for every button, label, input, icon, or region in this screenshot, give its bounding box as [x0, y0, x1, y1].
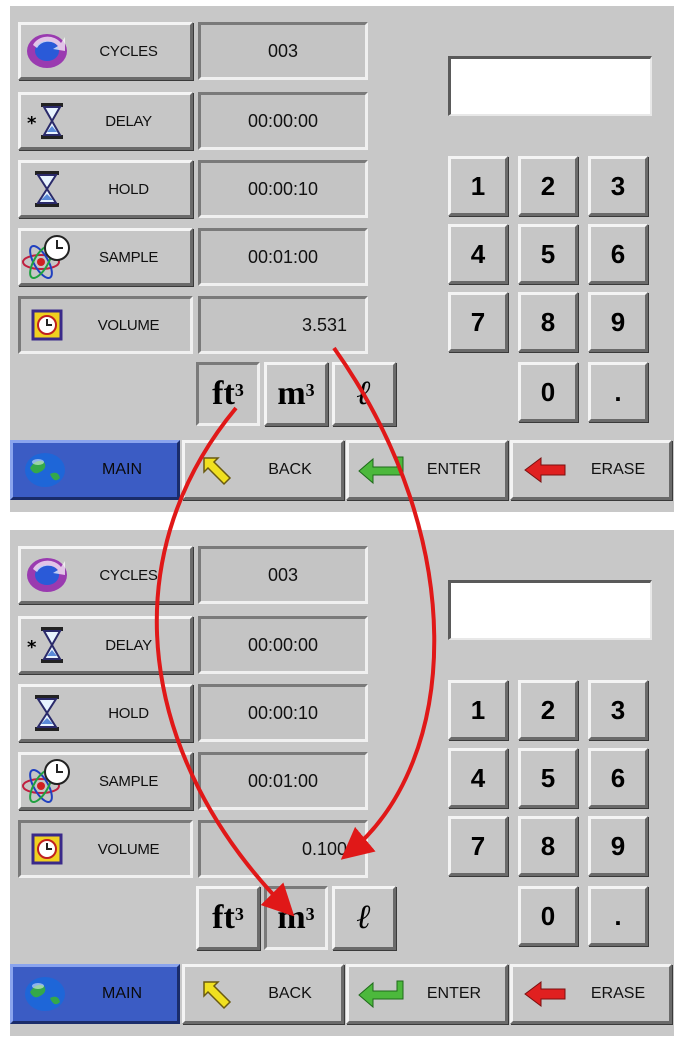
erase-label: ERASE — [590, 461, 646, 478]
hourglass-icon — [21, 689, 73, 737]
volume-label: VOLUME — [97, 840, 160, 858]
cycles-button[interactable]: CYCLES — [18, 22, 193, 80]
erase-button[interactable]: ERASE — [510, 440, 672, 500]
svg-text:*: * — [27, 637, 37, 658]
delay-value[interactable]: 00:00:00 — [198, 616, 368, 674]
cycles-button[interactable]: CYCLES — [18, 546, 193, 604]
enter-label: ENTER — [426, 985, 482, 1002]
key-5[interactable]: 5 — [518, 224, 578, 284]
unit-litre-button[interactable]: ℓ — [332, 362, 396, 426]
main-button[interactable]: MAIN — [10, 440, 180, 500]
key-3[interactable]: 3 — [588, 680, 648, 740]
sample-value[interactable]: 00:01:00 — [198, 752, 368, 810]
back-arrow-icon — [185, 454, 249, 486]
unit-m3-button[interactable]: m3 — [264, 362, 328, 426]
screen-before: CYCLES 003 * DELAY 00:00:00 HOLD 00:00:1… — [10, 6, 674, 512]
entry-display — [448, 580, 652, 640]
atom-clock-icon — [21, 757, 73, 805]
erase-arrow-icon — [513, 456, 577, 484]
key-9[interactable]: 9 — [588, 292, 648, 352]
cycles-value[interactable]: 003 — [198, 546, 368, 604]
volume-button[interactable]: VOLUME — [18, 820, 193, 878]
clock-cube-icon — [21, 301, 73, 349]
key-5[interactable]: 5 — [518, 748, 578, 808]
sample-label: SAMPLE — [98, 248, 159, 266]
sample-label: SAMPLE — [98, 772, 159, 790]
key-7[interactable]: 7 — [448, 292, 508, 352]
key-7[interactable]: 7 — [448, 816, 508, 876]
unit-ft3-button[interactable]: ft 3 — [196, 886, 260, 950]
unit-litre-button[interactable]: ℓ — [332, 886, 396, 950]
erase-button[interactable]: ERASE — [510, 964, 672, 1024]
key-8[interactable]: 8 — [518, 816, 578, 876]
hold-value[interactable]: 00:00:10 — [198, 160, 368, 218]
cycles-value[interactable]: 003 — [198, 22, 368, 80]
hold-button[interactable]: HOLD — [18, 160, 193, 218]
atom-clock-icon — [21, 233, 73, 281]
key-3[interactable]: 3 — [588, 156, 648, 216]
sample-button[interactable]: SAMPLE — [18, 752, 193, 810]
clock-cube-icon — [21, 825, 73, 873]
back-button[interactable]: BACK — [182, 440, 344, 500]
globe-icon — [13, 974, 77, 1014]
cycles-label: CYCLES — [99, 42, 158, 60]
cycles-label: CYCLES — [99, 566, 158, 584]
key-4[interactable]: 4 — [448, 224, 508, 284]
hourglass-icon — [21, 165, 73, 213]
back-label: BACK — [268, 985, 312, 1002]
main-button[interactable]: MAIN — [10, 964, 180, 1024]
back-label: BACK — [268, 461, 312, 478]
key-0[interactable]: 0 — [518, 886, 578, 946]
key-decimal[interactable]: . — [588, 362, 648, 422]
key-6[interactable]: 6 — [588, 748, 648, 808]
hourglass-star-icon: * — [21, 97, 73, 145]
enter-arrow-icon — [349, 455, 413, 485]
screen-after: CYCLES 003 * DELAY 00:00:00 HOLD 00:00:1… — [10, 530, 674, 1036]
volume-value[interactable]: 0.100 — [198, 820, 368, 878]
cycle-arrows-icon — [21, 551, 73, 599]
enter-button[interactable]: ENTER — [346, 964, 508, 1024]
enter-button[interactable]: ENTER — [346, 440, 508, 500]
delay-value[interactable]: 00:00:00 — [198, 92, 368, 150]
back-arrow-icon — [185, 978, 249, 1010]
delay-label: DELAY — [105, 112, 152, 130]
key-9[interactable]: 9 — [588, 816, 648, 876]
volume-value[interactable]: 3.531 — [198, 296, 368, 354]
unit-m3-button[interactable]: m3 — [264, 886, 328, 950]
hold-label: HOLD — [108, 704, 149, 722]
key-4[interactable]: 4 — [448, 748, 508, 808]
hold-button[interactable]: HOLD — [18, 684, 193, 742]
delay-button[interactable]: * DELAY — [18, 92, 193, 150]
unit-ft3-button[interactable]: ft 3 — [196, 362, 260, 426]
main-label: MAIN — [102, 985, 142, 1002]
key-0[interactable]: 0 — [518, 362, 578, 422]
key-1[interactable]: 1 — [448, 156, 508, 216]
volume-label: VOLUME — [97, 316, 160, 334]
entry-display — [448, 56, 652, 116]
enter-label: ENTER — [426, 461, 482, 478]
hold-value[interactable]: 00:00:10 — [198, 684, 368, 742]
erase-label: ERASE — [590, 985, 646, 1002]
key-8[interactable]: 8 — [518, 292, 578, 352]
key-2[interactable]: 2 — [518, 156, 578, 216]
sample-value[interactable]: 00:01:00 — [198, 228, 368, 286]
key-2[interactable]: 2 — [518, 680, 578, 740]
key-decimal[interactable]: . — [588, 886, 648, 946]
main-label: MAIN — [102, 461, 142, 478]
key-1[interactable]: 1 — [448, 680, 508, 740]
sample-button[interactable]: SAMPLE — [18, 228, 193, 286]
hold-label: HOLD — [108, 180, 149, 198]
volume-button[interactable]: VOLUME — [18, 296, 193, 354]
globe-icon — [13, 450, 77, 490]
cycle-arrows-icon — [21, 27, 73, 75]
hourglass-star-icon: * — [21, 621, 73, 669]
key-6[interactable]: 6 — [588, 224, 648, 284]
erase-arrow-icon — [513, 980, 577, 1008]
svg-text:*: * — [27, 113, 37, 134]
delay-label: DELAY — [105, 636, 152, 654]
delay-button[interactable]: * DELAY — [18, 616, 193, 674]
enter-arrow-icon — [349, 979, 413, 1009]
back-button[interactable]: BACK — [182, 964, 344, 1024]
